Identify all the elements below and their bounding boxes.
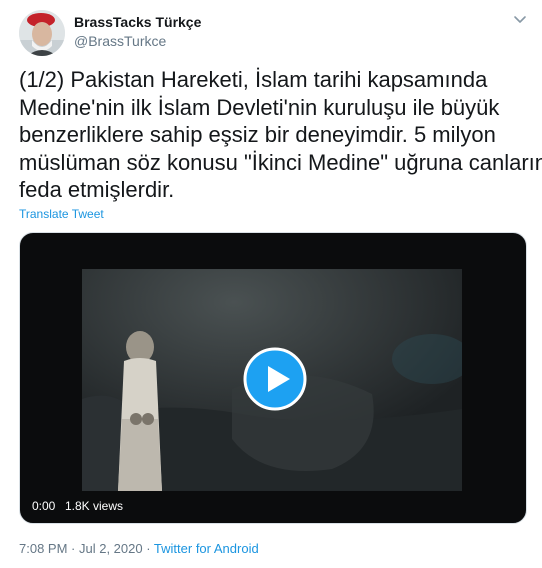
tweet-source-link[interactable]: Twitter for Android	[154, 541, 259, 556]
tweet-date[interactable]: Jul 2, 2020	[79, 541, 143, 556]
play-icon	[243, 347, 307, 411]
tweet-metadata: 7:08 PM · Jul 2, 2020 · Twitter for Andr…	[19, 541, 259, 556]
tweet-text-line: feda etmişlerdir.	[19, 177, 175, 202]
avatar[interactable]	[19, 10, 65, 56]
tweet-text-line: benzerliklere sahip eşsiz bir deneyimdir…	[19, 122, 496, 147]
translate-tweet-link[interactable]: Translate Tweet	[19, 207, 104, 221]
author-display-name[interactable]: BrassTacks Türkçe	[74, 14, 201, 30]
tweet-time[interactable]: 7:08 PM	[19, 541, 67, 556]
video-player[interactable]: 0:00 1.8K views	[19, 232, 527, 524]
tweet-text: (1/2) Pakistan Hareketi, İslam tarihi ka…	[19, 66, 542, 204]
play-button[interactable]	[243, 347, 307, 411]
video-view-count: 1.8K views	[65, 499, 124, 513]
chevron-down-icon[interactable]	[512, 12, 528, 28]
video-duration: 0:00	[32, 499, 56, 513]
tweet-card: BrassTacks Türkçe @BrassTurkce (1/2) Pak…	[0, 0, 542, 568]
tweet-text-line: (1/2) Pakistan Hareketi, İslam tarihi ka…	[19, 67, 488, 92]
meta-separator: ·	[67, 541, 79, 556]
tweet-text-line: müslüman söz konusu "İkinci Medine" uğru…	[19, 149, 542, 175]
author-handle[interactable]: @BrassTurkce	[74, 33, 166, 49]
tweet-text-line: Medine'nin ilk İslam Devleti'nin kuruluş…	[19, 94, 500, 120]
meta-separator: ·	[142, 541, 154, 556]
